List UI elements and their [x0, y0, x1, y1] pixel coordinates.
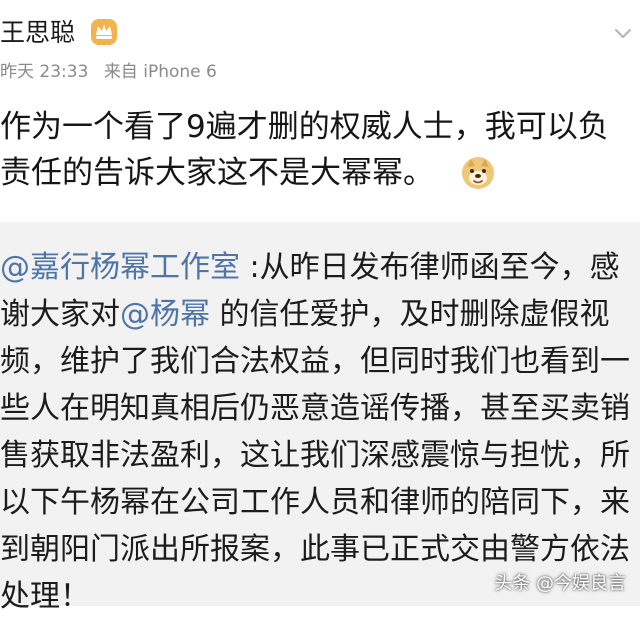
post-line-2: 责任的告诉大家这不是大幂幂。	[0, 150, 640, 196]
quoted-post-text: @嘉行杨幂工作室 :从昨日发布律师函至今，感 谢大家对@杨幂 的信任爱护，及时删…	[0, 244, 640, 620]
chevron-down-icon[interactable]	[614, 28, 632, 40]
crown-badge-icon	[91, 19, 117, 45]
quoted-post: @嘉行杨幂工作室 :从昨日发布律师函至今，感 谢大家对@杨幂 的信任爱护，及时删…	[0, 222, 640, 614]
user-name[interactable]: 王思聪	[0, 16, 75, 50]
quote-line-6: 以下午杨幂在公司工作人员和律师的陪同下，来	[0, 485, 630, 520]
watermark: 头条 @今娱良言	[494, 573, 626, 594]
mention-yang-mi[interactable]: @杨幂	[120, 297, 210, 332]
post-time: 昨天 23:33	[0, 62, 89, 82]
post-source: 来自 iPhone 6	[103, 62, 217, 82]
quote-line-2-prefix: 谢大家对	[0, 297, 120, 332]
quote-line-7: 到朝阳门派出所报案，此事已正式交由警方依法	[0, 532, 630, 567]
quote-line-1-rest: :从昨日发布律师函至今，感	[240, 250, 620, 285]
post-text: 作为一个看了9遍才删的权威人士，我可以负 责任的告诉大家这不是大幂幂。	[0, 104, 640, 196]
quote-line-1: @嘉行杨幂工作室 :从昨日发布律师函至今，感	[0, 244, 640, 291]
quote-line-3: 频，维护了我们合法权益，但同时我们也看到一	[0, 344, 630, 379]
doge-icon	[461, 157, 494, 189]
post-line-2-text: 责任的告诉大家这不是大幂幂。	[0, 155, 434, 191]
post-header: 王思聪 昨天 23:33 来自 iPhone 6	[0, 0, 640, 92]
mention-jiaxing-studio[interactable]: @嘉行杨幂工作室	[0, 250, 240, 285]
post-line-1: 作为一个看了9遍才删的权威人士，我可以负	[0, 109, 609, 145]
quote-line-2: 谢大家对@杨幂 的信任爱护，及时删除虚假视	[0, 291, 640, 338]
quote-line-5: 售获取非法盈利，这让我们深感震惊与担忧，所	[0, 438, 630, 473]
post-meta: 昨天 23:33 来自 iPhone 6	[0, 60, 227, 84]
quote-line-4: 些人在明知真相后仍恶意造谣传播，甚至买卖销	[0, 391, 630, 426]
quote-line-2-rest: 的信任爱护，及时删除虚假视	[210, 297, 610, 332]
